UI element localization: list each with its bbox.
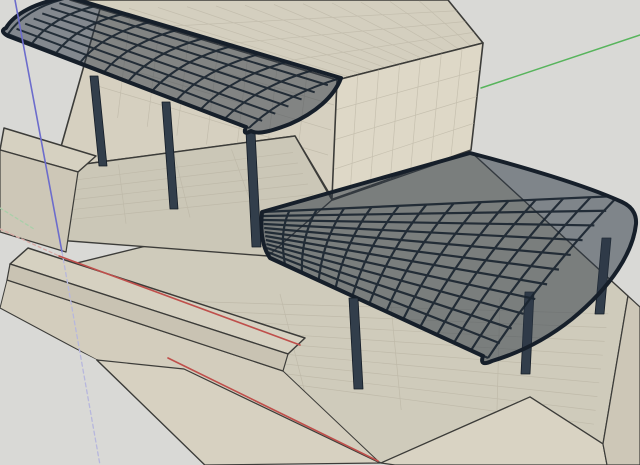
model-viewport[interactable] [0, 0, 640, 465]
viewport-canvas[interactable] [0, 0, 640, 465]
